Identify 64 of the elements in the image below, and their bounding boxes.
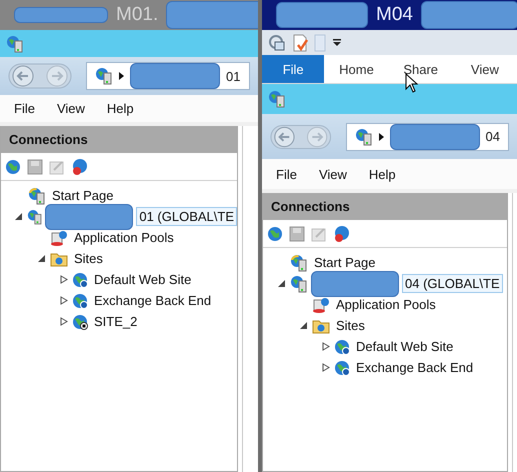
document-icon[interactable] <box>292 34 308 52</box>
connect-icon <box>5 158 21 174</box>
tree-item[interactable]: Exchange Back End <box>353 358 476 377</box>
ribbon-tab[interactable]: File <box>262 55 324 83</box>
ribbon-tab[interactable]: Share <box>388 55 453 83</box>
address-bar[interactable]: 01 <box>86 62 250 90</box>
globe-icon <box>334 360 350 376</box>
globe-icon <box>72 292 88 308</box>
menu-item[interactable]: File <box>276 166 297 182</box>
tree-item[interactable]: Default Web Site <box>353 337 456 356</box>
menu-item[interactable]: View <box>56 101 85 116</box>
start-page-icon <box>290 254 308 272</box>
tree-item[interactable]: SITE_2 <box>91 312 140 331</box>
ribbon-tab[interactable]: Home <box>324 55 389 83</box>
start-page-icon <box>28 186 46 204</box>
collapsed-arrow-icon[interactable] <box>322 363 330 372</box>
tree-item[interactable]: 01 (GLOBAL\TE <box>136 207 237 226</box>
save-icon[interactable] <box>27 158 43 174</box>
globe-icon <box>334 338 350 354</box>
menu-item[interactable]: File <box>14 101 35 116</box>
disconnect-icon[interactable] <box>333 224 351 242</box>
properties-icon[interactable] <box>268 34 286 52</box>
tree-item[interactable]: Start Page <box>311 253 378 272</box>
tree-item[interactable]: Default Web Site <box>91 270 194 289</box>
server-icon <box>95 67 113 85</box>
connect-icon <box>267 226 283 242</box>
disconnect-icon[interactable] <box>71 158 89 176</box>
expanded-arrow-icon[interactable] <box>38 254 46 263</box>
tree-item[interactable]: Exchange Back End <box>91 291 214 310</box>
iis-icon <box>268 90 286 108</box>
server-icon <box>26 208 42 226</box>
menu-item[interactable]: Help <box>106 101 134 116</box>
window-title: M04 <box>376 4 413 26</box>
tree-item[interactable]: Application Pools <box>333 295 439 314</box>
collapsed-arrow-icon[interactable] <box>60 317 68 326</box>
server-icon <box>354 128 373 146</box>
iis-icon <box>6 34 24 52</box>
panel-header: Connections <box>263 193 507 220</box>
application-pools-icon <box>50 230 68 246</box>
expanded-arrow-icon[interactable] <box>300 321 308 330</box>
tree-item[interactable]: 04 (GLOBAL\TE <box>402 274 503 293</box>
tree-item[interactable]: Start Page <box>49 186 116 205</box>
tree-item[interactable]: Sites <box>71 249 106 268</box>
ribbon-tab[interactable]: View <box>452 55 517 83</box>
expanded-arrow-icon[interactable] <box>15 212 24 221</box>
dropdown-icon[interactable] <box>332 38 342 48</box>
chevron-icon <box>378 132 384 140</box>
save-icon[interactable] <box>289 226 305 242</box>
globe-icon <box>72 314 88 330</box>
expanded-arrow-icon[interactable] <box>278 279 286 288</box>
address-bar[interactable]: 04 <box>346 122 509 150</box>
tree-item[interactable]: Sites <box>333 316 368 335</box>
menu-item[interactable]: View <box>318 166 347 182</box>
globe-icon <box>72 272 88 288</box>
server-icon <box>290 274 308 292</box>
window-title: M01. <box>116 4 158 26</box>
collapsed-arrow-icon[interactable] <box>322 342 330 351</box>
collapsed-arrow-icon[interactable] <box>60 296 68 305</box>
chevron-icon <box>119 72 124 80</box>
tree-item[interactable]: Application Pools <box>71 228 177 247</box>
collapsed-arrow-icon[interactable] <box>60 275 68 284</box>
panel-header: Connections <box>1 126 237 153</box>
application-pools-icon <box>312 296 330 312</box>
menu-item[interactable]: Help <box>368 166 396 182</box>
